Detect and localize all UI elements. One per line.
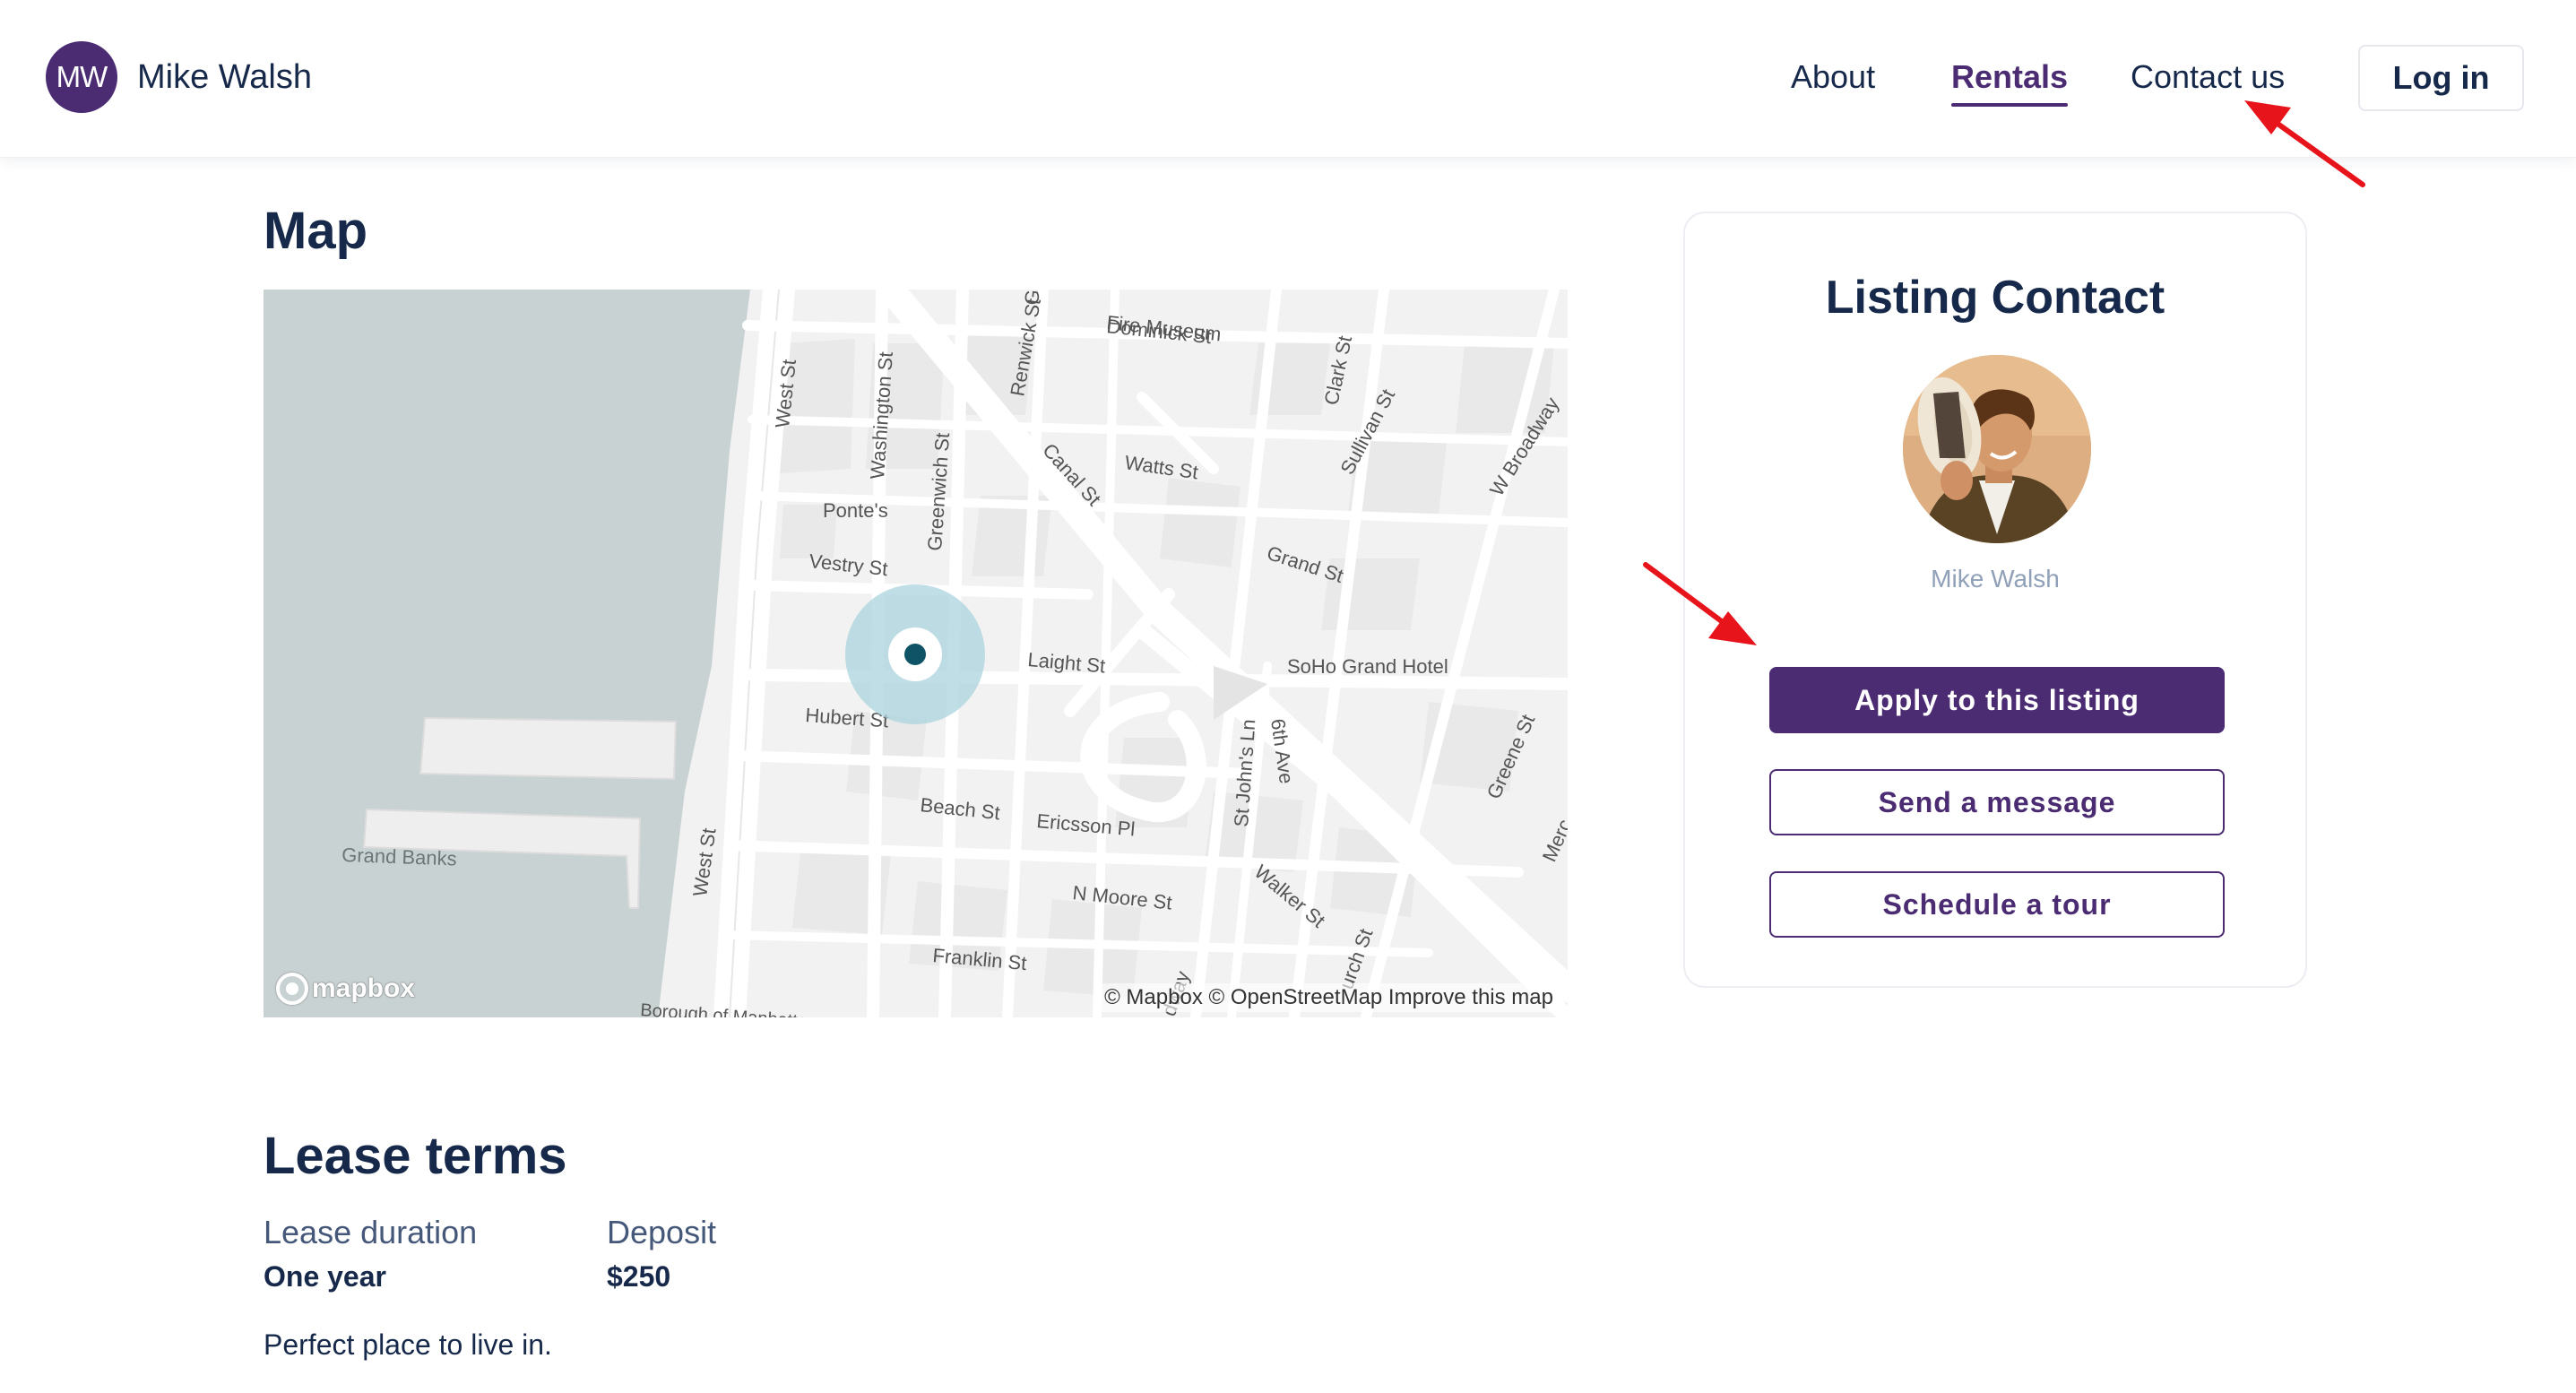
contact-photo-illustration [1903,355,2091,543]
contact-name: Mike Walsh [1931,565,2060,593]
apply-to-listing-button[interactable]: Apply to this listing [1769,667,2225,733]
lease-duration-label: Lease duration [264,1214,478,1250]
map-attribution[interactable]: © Mapbox © OpenStreetMap Improve this ma… [1099,983,1559,1012]
listing-description: Perfect place to live in. [264,1328,552,1361]
deposit-label: Deposit [607,1214,717,1250]
location-dot [904,644,926,665]
brand-avatar: MW [46,41,117,113]
listing-contact-card: Listing Contact Mike Walsh Apply to this… [1683,212,2307,988]
nav-contact-us[interactable]: Contact us [2131,58,2285,96]
map[interactable]: Fire Museum Dominick St G West St Washin… [264,290,1568,1017]
listing-contact-title: Listing Contact [1825,272,2165,324]
mapbox-logo-text: mapbox [312,973,416,1003]
label-pontes: Ponte's [823,499,888,522]
nav-rentals[interactable]: Rentals [1951,58,2069,107]
brand[interactable]: MW Mike Walsh [46,41,312,113]
login-button[interactable]: Log in [2358,45,2524,111]
map-canvas[interactable]: Fire Museum Dominick St G West St Washin… [264,290,1568,1017]
contact-photo [1903,355,2091,543]
deposit-value: $250 [607,1260,671,1293]
schedule-tour-button[interactable]: Schedule a tour [1769,871,2225,938]
map-section-title: Map [264,202,367,260]
lease-duration-value: One year [264,1260,386,1293]
label-soho-grand-hotel: SoHo Grand Hotel [1287,655,1448,678]
send-message-button[interactable]: Send a message [1769,769,2225,835]
site-header: MW Mike Walsh About Rentals Contact us L… [0,0,2576,158]
mapbox-logo-icon [276,973,308,1005]
brand-name: Mike Walsh [137,57,312,96]
map-pier-upper [419,716,678,781]
lease-terms-title: Lease terms [264,1127,567,1185]
label-grand-banks: Grand Banks [341,844,457,870]
nav-about[interactable]: About [1791,58,1875,96]
mapbox-logo[interactable]: mapbox [276,973,415,1005]
